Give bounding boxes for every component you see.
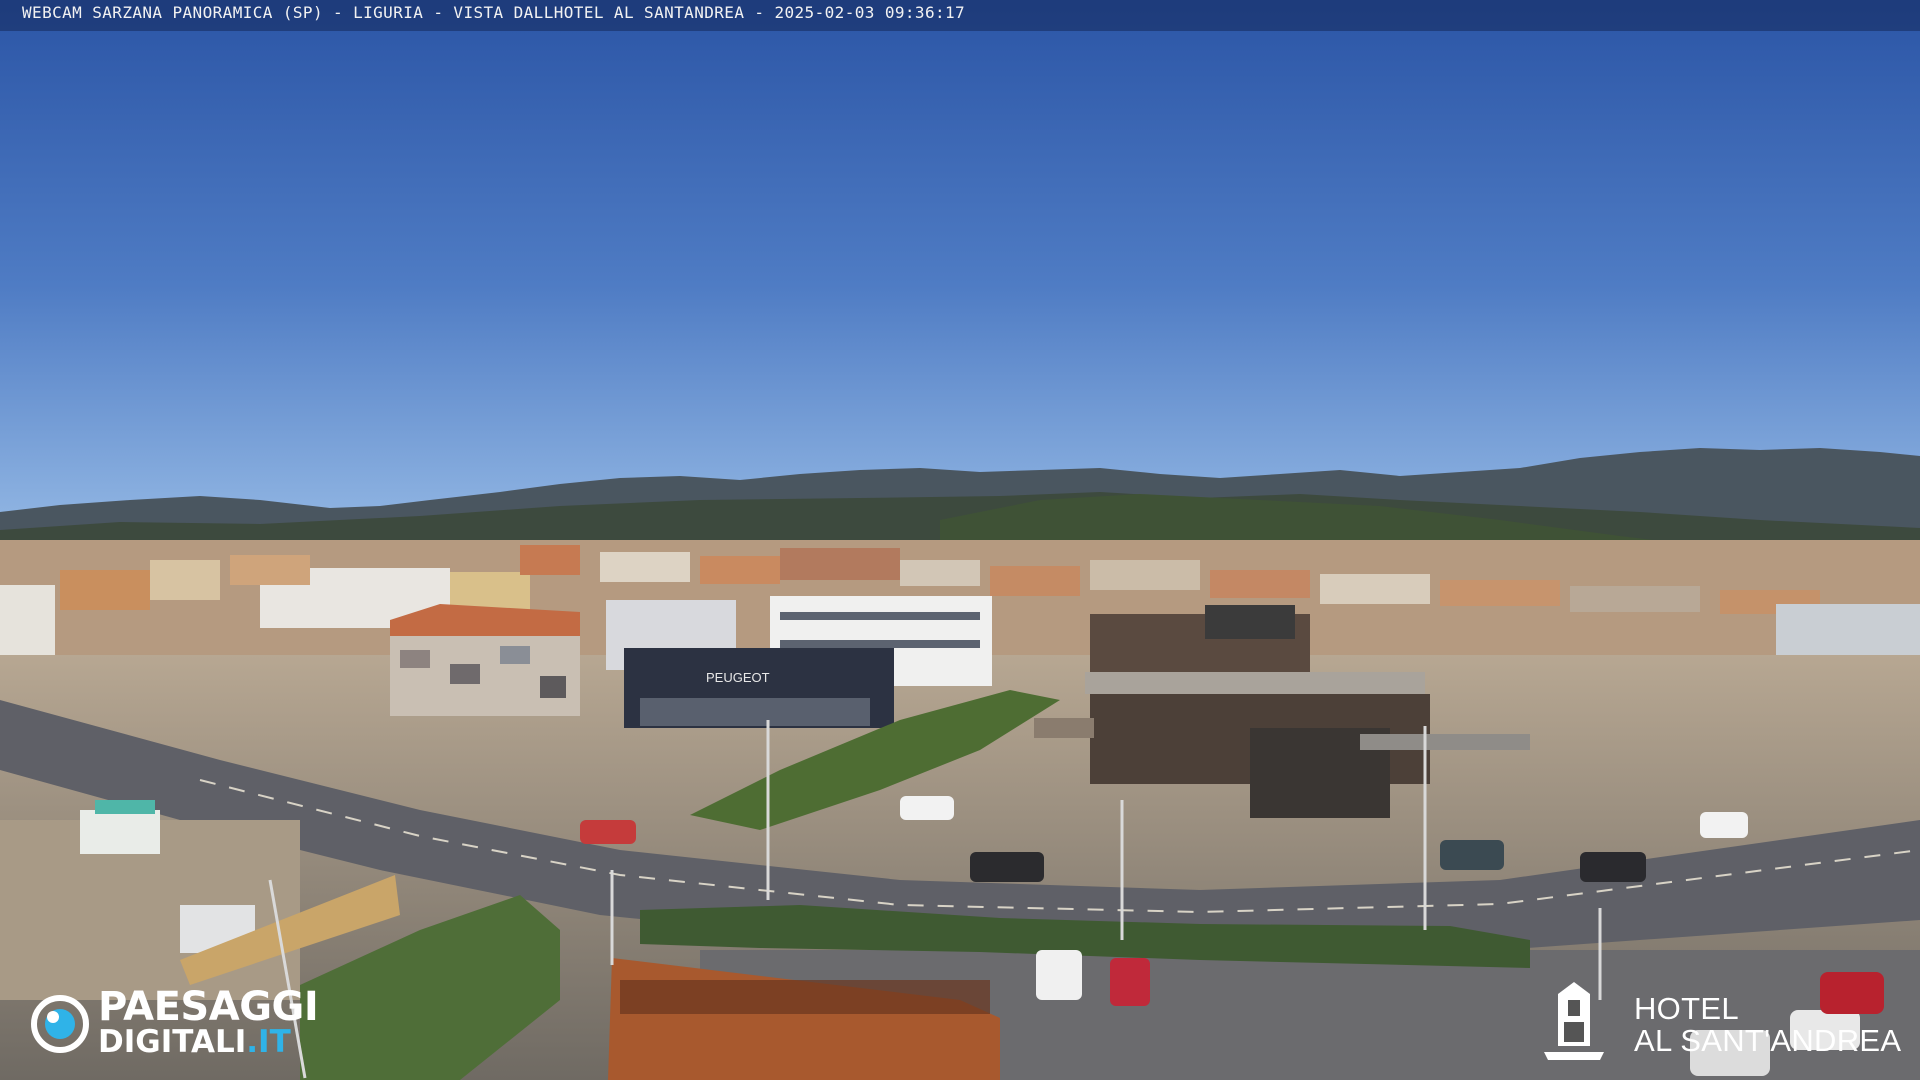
pixelated-building bbox=[390, 604, 580, 716]
eye-logo-icon bbox=[31, 995, 89, 1053]
hotel-tower-icon bbox=[1544, 982, 1604, 1060]
paesaggi-digitali-logo: PAESAGGI DIGITALI.IT bbox=[30, 986, 340, 1058]
truck-crane bbox=[95, 800, 155, 814]
webcam-scene: PEUGEOT bbox=[0, 0, 1920, 1080]
webcam-title: WEBCAM SARZANA PANORAMICA (SP) - LIGURIA… bbox=[22, 3, 966, 22]
webcam-title-bar: WEBCAM SARZANA PANORAMICA (SP) - LIGURIA… bbox=[0, 0, 1920, 31]
hotel-name-line1: HOTEL bbox=[1634, 991, 1739, 1026]
sky bbox=[0, 0, 1920, 520]
hotel-name-line2: AL SANT'ANDREA bbox=[1634, 1023, 1902, 1058]
hotel-logo: HOTEL AL SANT'ANDREA bbox=[1538, 980, 1910, 1064]
truck bbox=[80, 810, 160, 854]
logo-domain-suffix: .IT bbox=[246, 1024, 291, 1060]
logo-paesaggi-text: PAESAGGI bbox=[98, 984, 319, 1030]
logo-digitali-main: DIGITALI bbox=[98, 1024, 247, 1060]
dealership-sign: PEUGEOT bbox=[706, 670, 770, 685]
logo-digitali-text: DIGITALI.IT bbox=[98, 1026, 291, 1058]
